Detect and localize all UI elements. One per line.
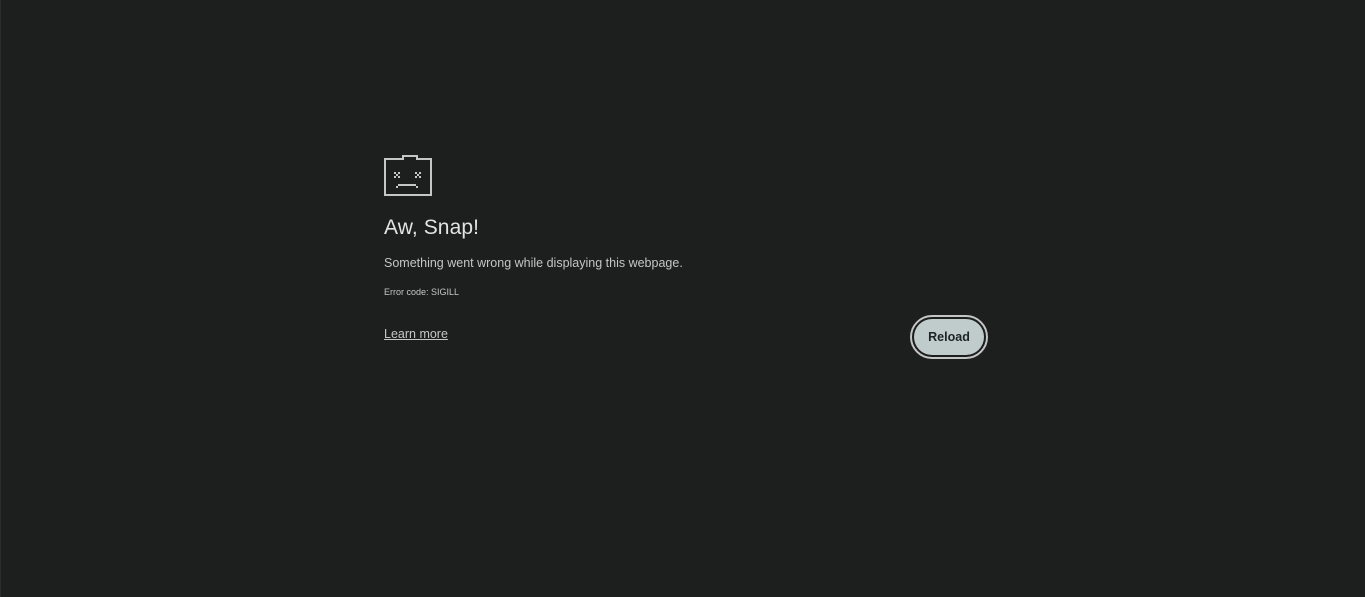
error-code: Error code: SIGILL <box>384 287 460 297</box>
error-actions: Learn more Reload <box>384 315 988 359</box>
error-title: Aw, Snap! <box>384 216 480 239</box>
learn-more-link[interactable]: Learn more <box>384 327 448 341</box>
sad-tab-icon <box>384 155 432 196</box>
error-content: Aw, Snap! Something went wrong while dis… <box>384 155 988 359</box>
reload-button[interactable]: Reload <box>910 315 988 359</box>
reload-button-label: Reload <box>914 319 984 355</box>
error-message: Something went wrong while displaying th… <box>384 256 683 270</box>
error-page: Aw, Snap! Something went wrong while dis… <box>0 0 1365 597</box>
